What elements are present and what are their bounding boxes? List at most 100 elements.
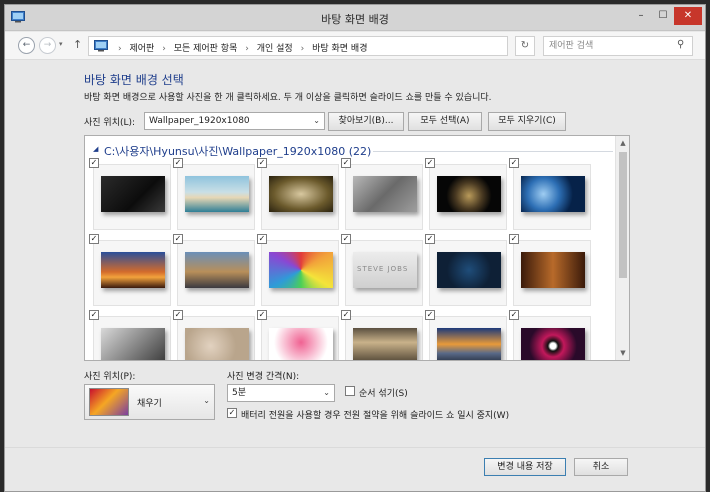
breadcrumb[interactable]: › 제어판 › 모든 제어판 항목 › 개인 설정 › 바탕 화면 배경 ⌄ [88,36,581,56]
search-icon[interactable]: ⚲ [677,39,684,50]
wallpaper-tile-bw-portrait[interactable]: ✓ [89,310,171,360]
wallpaper-checkbox[interactable]: ✓ [509,234,519,244]
picture-position-label: 사진 위치(P): [84,372,136,382]
wallpaper-checkbox[interactable]: ✓ [173,234,183,244]
wallpaper-thumbnail[interactable] [269,176,333,212]
page-title: 바탕 화면 배경 선택 [84,73,184,87]
search-box[interactable]: ⚲ [543,36,693,56]
wallpaper-checkbox[interactable]: ✓ [425,158,435,168]
wallpaper-thumbnail[interactable] [185,328,249,360]
back-button[interactable]: ← [18,37,35,54]
breadcrumb-item-all-items[interactable]: 모든 제어판 항목 [174,41,238,54]
wallpaper-checkbox[interactable]: ✓ [89,234,99,244]
forward-button[interactable]: → [39,37,56,54]
scroll-up-button[interactable]: ▲ [616,136,629,150]
battery-pause-checkbox[interactable]: ✓ [227,408,237,418]
wallpaper-tile-paint-splash[interactable]: ✓ [173,310,255,360]
wallpaper-thumbnail[interactable] [437,252,501,288]
page-description: 바탕 화면 배경으로 사용할 사진을 한 개 클릭하세요. 두 개 이상을 클릭… [84,93,492,103]
folder-path[interactable]: C:\사용자\Hyunsu\사진\Wallpaper_1920x1080 (22… [104,143,371,159]
wallpaper-tile-glasses[interactable]: ✓ [257,158,339,230]
wallpaper-checkbox[interactable]: ✓ [173,310,183,320]
wallpaper-checkbox[interactable]: ✓ [425,234,435,244]
picture-position-value: 채우기 [137,399,162,409]
wallpaper-checkbox[interactable]: ✓ [257,234,267,244]
wallpaper-thumbnail[interactable] [521,176,585,212]
wallpaper-checkbox[interactable]: ✓ [257,158,267,168]
wallpaper-tile-color-shards[interactable]: ✓ [257,234,339,306]
wallpaper-checkbox[interactable]: ✓ [341,234,351,244]
wallpaper-tile-eiffel-sunset[interactable]: ✓ [89,234,171,306]
scroll-thumb[interactable] [619,152,627,278]
scroll-down-button[interactable]: ▼ [616,346,629,360]
close-button[interactable]: ✕ [674,7,702,25]
wallpaper-checkbox[interactable]: ✓ [425,310,435,320]
battery-pause-label[interactable]: 배터리 전원을 사용할 경우 전원 절약을 위해 슬라이드 쇼 일시 중지(W) [241,408,509,421]
cancel-button[interactable]: 취소 [574,458,628,476]
recent-locations-button[interactable]: ▾ [59,40,63,48]
wallpaper-tile-alley-lanterns[interactable]: ✓ [509,234,591,306]
wallpaper-checkbox[interactable]: ✓ [341,310,351,320]
vertical-scrollbar[interactable]: ▲ ▼ [615,136,629,360]
picture-location-dropdown[interactable]: Wallpaper_1920x1080 ⌄ [144,112,325,130]
wallpaper-tile-steve-jobs[interactable]: ✓ [341,234,423,306]
wallpaper-thumbnail[interactable] [185,176,249,212]
collapse-icon[interactable]: ◢ [93,145,98,153]
picture-position-dropdown[interactable]: 채우기 ⌄ [84,384,215,420]
chevron-down-icon: ⌄ [313,116,320,125]
wallpaper-gallery[interactable]: ◢ C:\사용자\Hyunsu\사진\Wallpaper_1920x1080 (… [84,135,630,361]
maximize-button[interactable]: ☐ [652,7,674,25]
wallpaper-thumbnail[interactable] [353,176,417,212]
up-button[interactable]: ↑ [73,38,82,51]
wallpaper-thumbnail[interactable] [101,176,165,212]
wallpaper-checkbox[interactable]: ✓ [89,310,99,320]
wallpaper-thumbnail[interactable] [353,328,417,360]
wallpaper-thumbnail[interactable] [521,252,585,288]
breadcrumb-item-personalization[interactable]: 개인 설정 [257,41,293,54]
wallpaper-checkbox[interactable]: ✓ [173,158,183,168]
wallpaper-thumbnail[interactable] [437,328,501,360]
breadcrumb-item-control-panel[interactable]: 제어판 [129,41,154,54]
shuffle-checkbox[interactable] [345,386,355,396]
wallpaper-checkbox[interactable]: ✓ [89,158,99,168]
title-bar[interactable]: 바탕 화면 배경 – ☐ ✕ [5,5,705,31]
refresh-button[interactable]: ↻ [515,36,535,56]
wallpaper-tile-pink-smoke[interactable]: ✓ [257,310,339,360]
wallpaper-thumbnail[interactable] [353,252,417,288]
wallpaper-tile-city-aerial[interactable]: ✓ [341,310,423,360]
minimize-button[interactable]: – [630,7,652,25]
clear-all-button[interactable]: 모두 지우기(C) [488,112,566,131]
wallpaper-thumbnail[interactable] [101,252,165,288]
wallpaper-thumbnail[interactable] [521,328,585,360]
wallpaper-tile-sunset-city[interactable]: ✓ [425,310,507,360]
wallpaper-tile-city-skyline[interactable]: ✓ [173,234,255,306]
wallpaper-checkbox[interactable]: ✓ [257,310,267,320]
picture-location-value: Wallpaper_1920x1080 [149,116,250,126]
search-input[interactable] [546,38,672,54]
wallpaper-thumbnail[interactable] [269,328,333,360]
desktop-background-window: 바탕 화면 배경 – ☐ ✕ ← → ▾ ↑ › 제어판 › 모든 제어판 항목… [4,4,706,492]
breadcrumb-separator: › [300,44,305,54]
save-changes-button[interactable]: 변경 내용 저장 [484,458,566,476]
change-interval-dropdown[interactable]: 5분 ⌄ [227,384,335,402]
wallpaper-tile-circuit-board[interactable]: ✓ [425,234,507,306]
browse-button[interactable]: 찾아보기(B)... [328,112,404,131]
breadcrumb-separator: › [245,44,249,54]
wallpaper-thumbnail[interactable] [437,176,501,212]
wallpaper-thumbnail[interactable] [185,252,249,288]
wallpaper-tile-asteroid[interactable]: ✓ [425,158,507,230]
select-all-button[interactable]: 모두 선택(A) [408,112,482,131]
wallpaper-tile-pink-eye[interactable]: ✓ [509,310,591,360]
wallpaper-tile-gray-texture[interactable]: ✓ [341,158,423,230]
wallpaper-checkbox[interactable]: ✓ [509,310,519,320]
wallpaper-checkbox[interactable]: ✓ [509,158,519,168]
wallpaper-thumbnail[interactable] [269,252,333,288]
wallpaper-tile-earth-space[interactable]: ✓ [509,158,591,230]
wallpaper-thumbnail[interactable] [101,328,165,360]
wallpaper-tile-dark-laptop[interactable]: ✓ [89,158,171,230]
shuffle-label[interactable]: 순서 섞기(S) [359,386,408,399]
wallpaper-tile-beach-sky[interactable]: ✓ [173,158,255,230]
picture-location-label: 사진 위치(L): [84,118,136,128]
wallpaper-checkbox[interactable]: ✓ [341,158,351,168]
breadcrumb-item-desktop-background[interactable]: 바탕 화면 배경 [312,41,367,54]
